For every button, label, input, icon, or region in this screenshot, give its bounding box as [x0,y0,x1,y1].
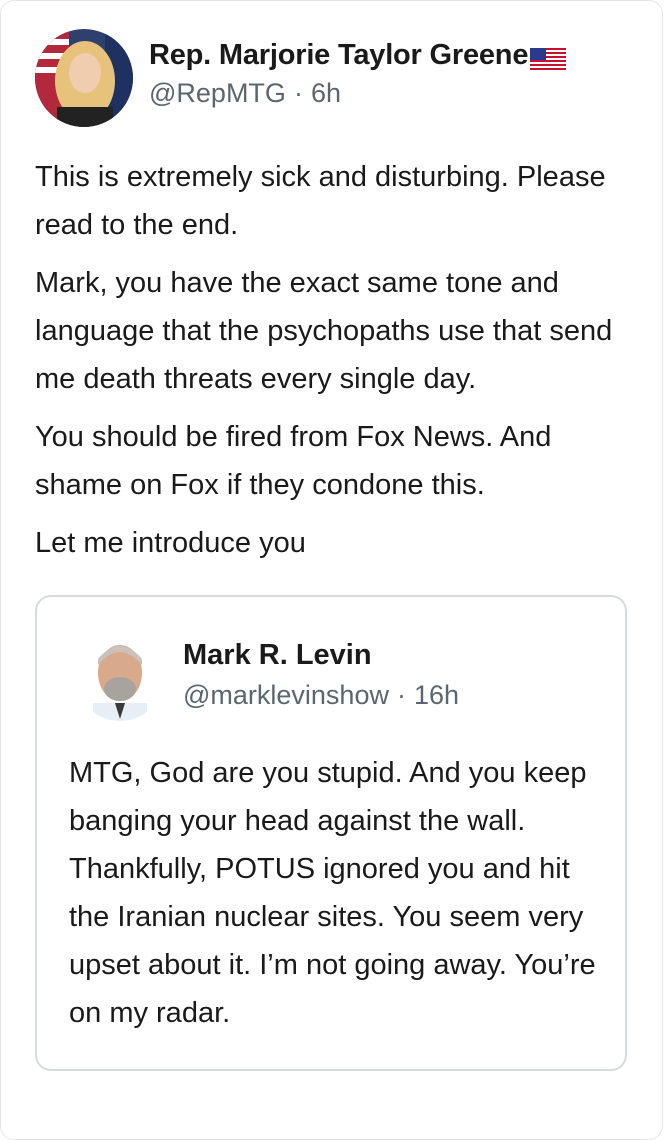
tweet-paragraph: Mark, you have the exact same tone and l… [35,267,613,395]
tweet-paragraph: This is extremely sick and disturbing. P… [35,161,606,241]
tweet-paragraph: You should be fired from Fox News. And s… [35,421,552,501]
us-flag-icon [530,45,567,70]
tweet-time[interactable]: 6h [311,78,341,108]
author-display-name[interactable]: Rep. Marjorie Taylor Greene [149,39,567,72]
quoted-tweet-header: Mark R. Levin @marklevinshow · 16h [75,631,459,721]
avatar-image [35,29,133,127]
meta-separator: · [293,78,303,108]
avatar[interactable] [35,29,133,127]
author-handle[interactable]: @RepMTG [149,78,286,108]
tweet-header: Rep. Marjorie Taylor Greene @RepMTG · 6h [35,29,567,129]
quoted-author-names: Mark R. Levin @marklevinshow · 16h [183,639,459,711]
tweet-body: This is extremely sick and disturbing. P… [35,153,635,577]
quoted-tweet-text: MTG, God are you stupid. And you keep ba… [69,757,596,1029]
meta-separator: · [396,680,406,710]
quoted-avatar[interactable] [75,631,165,721]
tweet-card[interactable]: Rep. Marjorie Taylor Greene @RepMTG · 6h… [0,0,663,1140]
quoted-tweet-time[interactable]: 16h [414,680,459,710]
author-names: Rep. Marjorie Taylor Greene @RepMTG · 6h [149,39,567,109]
quoted-author-display-name[interactable]: Mark R. Levin [183,639,459,672]
quoted-author-handle[interactable]: @marklevinshow [183,680,389,710]
author-meta: @RepMTG · 6h [149,78,566,109]
quoted-avatar-image [75,631,165,721]
tweet-paragraph: Let me introduce you [35,527,306,559]
quoted-tweet[interactable]: Mark R. Levin @marklevinshow · 16h MTG, Go… [35,595,627,1071]
quoted-author-meta: @marklevinshow · 16h [183,680,459,711]
